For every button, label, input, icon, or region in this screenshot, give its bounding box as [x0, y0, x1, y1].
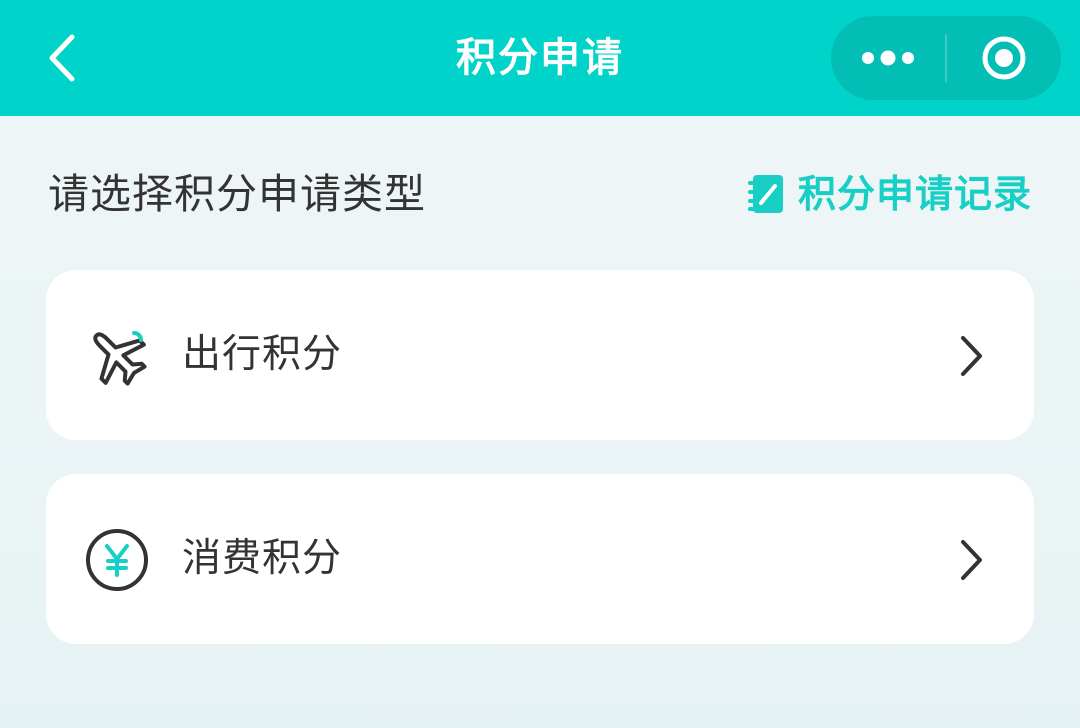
- section-title: 请选择积分申请类型: [48, 170, 426, 218]
- top-navigation-bar: 积分申请: [0, 0, 1080, 116]
- airplane-icon: [84, 323, 150, 389]
- close-mini-program-button[interactable]: [947, 16, 1061, 100]
- application-records-link[interactable]: 积分申请记录: [746, 166, 1032, 222]
- records-link-label: 积分申请记录: [797, 172, 1032, 216]
- travel-points-label: 出行积分: [182, 332, 343, 377]
- notebook-edit-icon: [746, 172, 786, 216]
- chevron-right-icon: [954, 332, 988, 380]
- more-button[interactable]: [831, 16, 945, 100]
- yen-circle-icon: [84, 527, 150, 593]
- travel-points-card[interactable]: 出行积分: [46, 270, 1034, 440]
- chevron-right-icon: [954, 536, 988, 584]
- consumption-points-label: 消费积分: [182, 536, 343, 581]
- consumption-points-card[interactable]: 消费积分: [46, 474, 1034, 644]
- more-dots-icon: [862, 50, 914, 66]
- target-circle-icon: [982, 36, 1026, 80]
- mini-program-capsule: [831, 16, 1061, 100]
